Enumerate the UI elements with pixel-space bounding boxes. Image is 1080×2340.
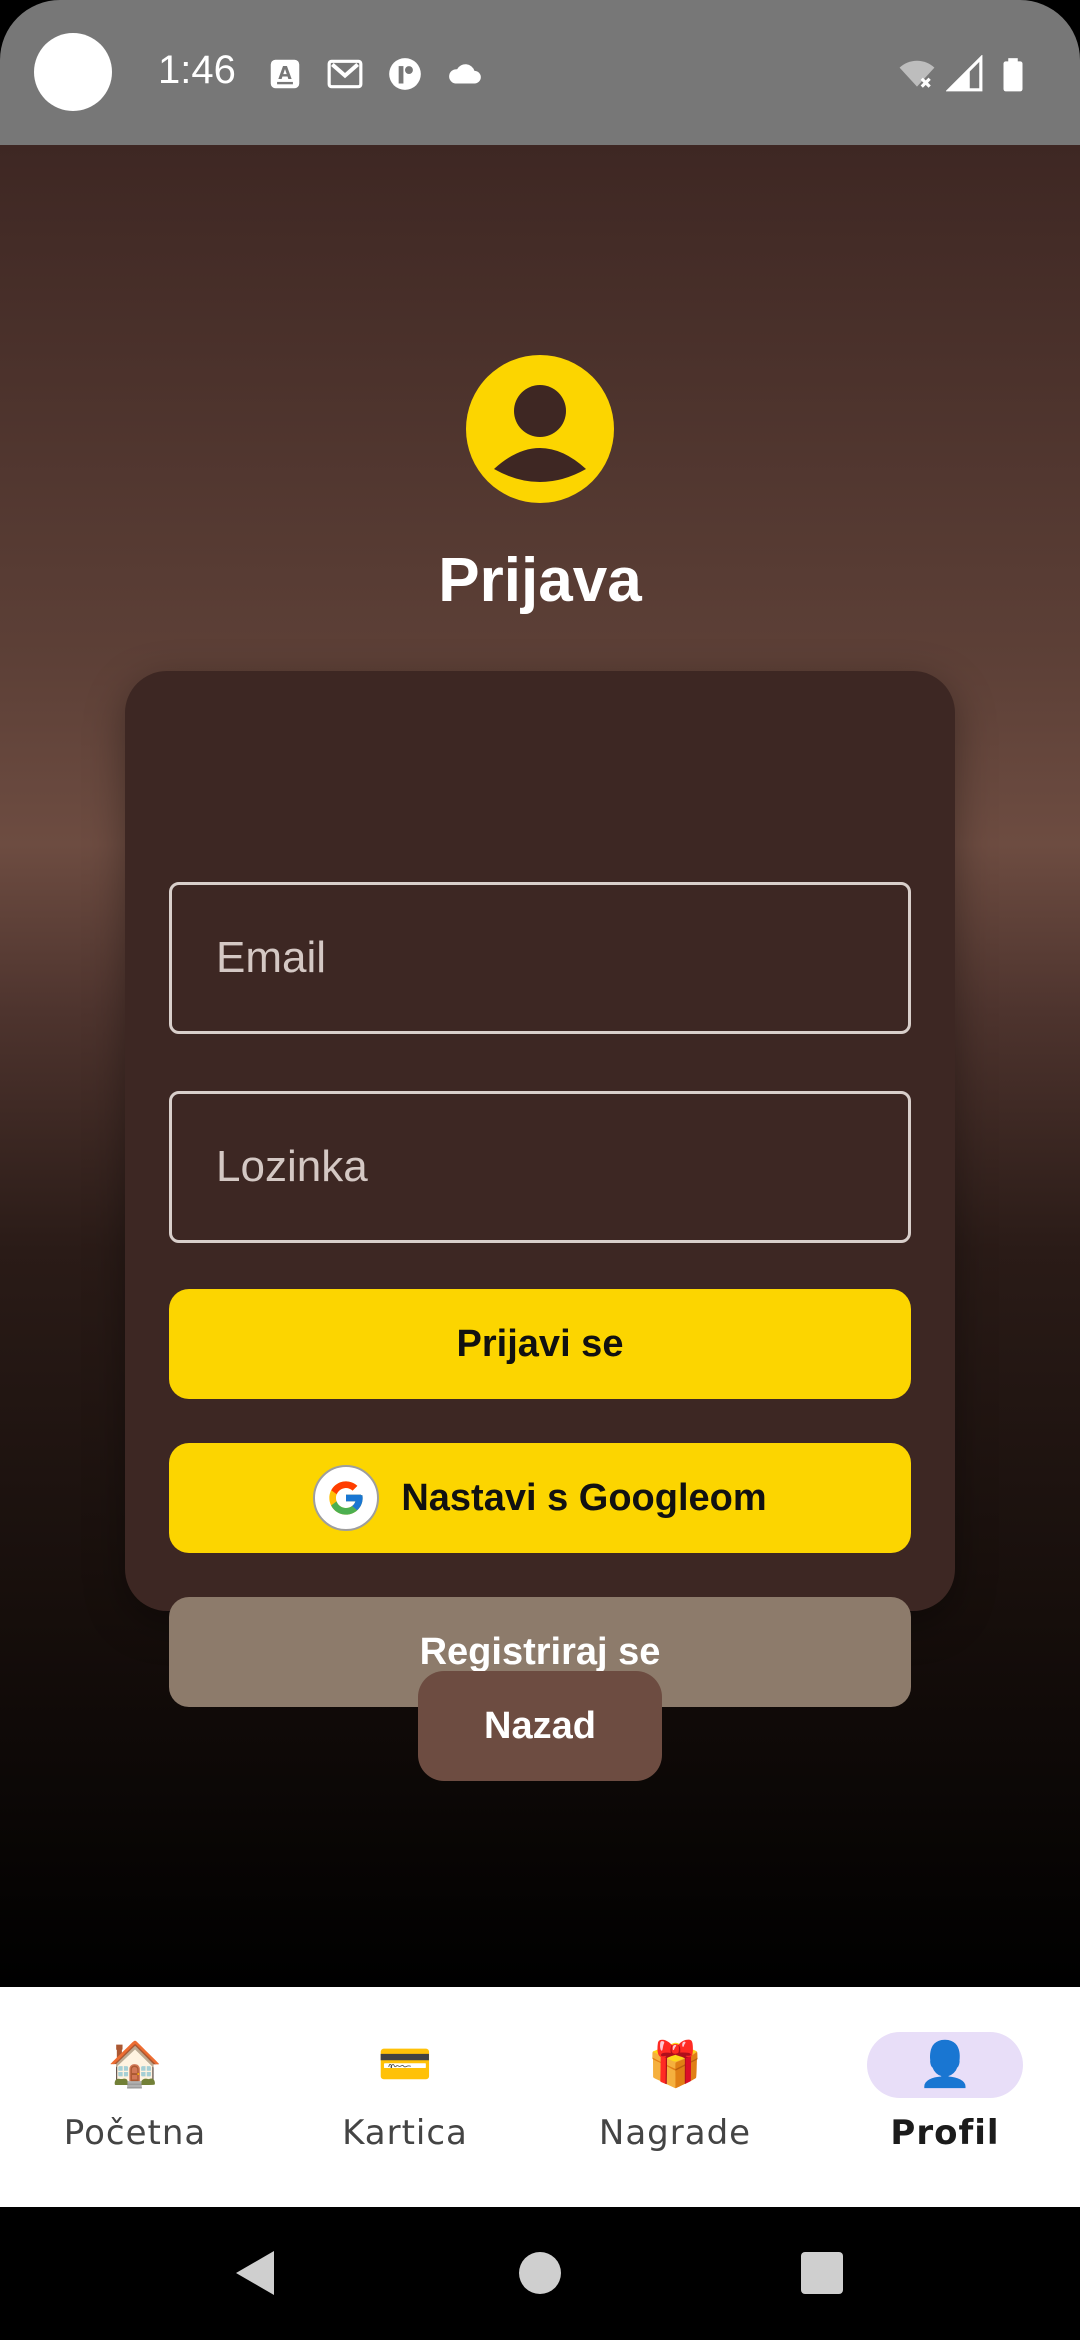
svg-text:A: A [278, 64, 292, 84]
cloud-icon [449, 64, 481, 84]
page-title: Prijava [438, 546, 642, 615]
gift-icon: 🎁 [647, 2040, 703, 2089]
password-field[interactable] [172, 1094, 908, 1240]
password-field-container [169, 1091, 911, 1243]
login-screen: Prijava Prijavi se [0, 145, 1080, 1987]
login-button-label: Prijavi se [456, 1322, 624, 1365]
google-button-label: Nastavi s Googleom [401, 1476, 767, 1519]
nav-label-profile: Profil [890, 2113, 1000, 2153]
credit-card-icon: 💳 [377, 2040, 433, 2089]
email-field[interactable] [172, 885, 908, 1031]
account-circle-icon [466, 355, 614, 503]
login-card: Prijavi se Nastavi s Googleom Registrira… [125, 671, 955, 1707]
nav-item-profile[interactable]: 👤 Profil [810, 1987, 1080, 2207]
app-icon [389, 58, 421, 90]
system-status-icons [898, 55, 1032, 93]
phone-screen: 1:46 A Prijava Email Prijavi se Nastavi … [0, 0, 1080, 2340]
recents-square-icon[interactable] [800, 2251, 844, 2295]
nav-label-rewards: Nagrade [598, 2113, 752, 2153]
nav-label-home: Početna [63, 2113, 207, 2153]
wifi-off-icon [899, 60, 935, 88]
system-navigation-bar [0, 2207, 1080, 2340]
google-signin-button[interactable]: Nastavi s Googleom [169, 1443, 911, 1553]
bottom-navigation: 🏠 Početna 💳 Kartica 🎁 Nagrade 👤 Profil [0, 1987, 1080, 2207]
signal-icon [946, 55, 983, 92]
home-icon: 🏠 [107, 2040, 163, 2089]
profile-icon: 👤 [917, 2040, 973, 2089]
google-icon [313, 1465, 380, 1531]
translate-icon: A [270, 59, 300, 89]
status-time: 1:46 [158, 48, 236, 92]
home-circle-icon[interactable] [518, 2251, 562, 2295]
nav-item-home[interactable]: 🏠 Početna [0, 1987, 270, 2207]
login-button[interactable]: Prijavi se [169, 1289, 911, 1399]
notification-icons: A [266, 55, 484, 93]
camera-cutout [34, 33, 112, 111]
back-button-label: Nazad [484, 1704, 596, 1747]
email-field-container [169, 882, 911, 1034]
register-button-label: Registriraj se [419, 1630, 661, 1673]
nav-item-rewards[interactable]: 🎁 Nagrade [540, 1987, 810, 2207]
nav-item-card[interactable]: 💳 Kartica [270, 1987, 540, 2207]
status-bar: 1:46 A [0, 0, 1080, 145]
nav-label-card: Kartica [342, 2113, 468, 2153]
back-triangle-icon[interactable] [232, 2247, 278, 2299]
battery-icon [1003, 58, 1023, 92]
gmail-icon [327, 59, 363, 89]
back-button[interactable]: Nazad [418, 1671, 662, 1781]
